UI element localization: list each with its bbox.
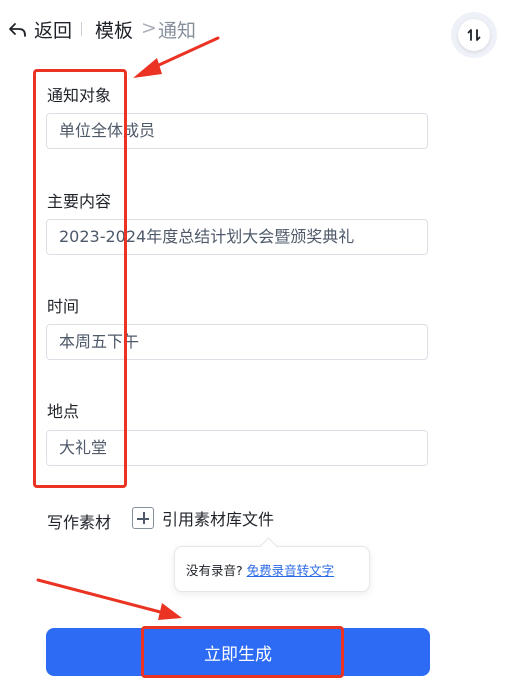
generate-label: 立即生成 bbox=[204, 644, 272, 665]
material-label: 写作素材 bbox=[47, 513, 112, 532]
annotation-arrowhead-bottom bbox=[158, 603, 182, 620]
content-input[interactable]: 2023-2024年度总结计划大会暨颁奖典礼 bbox=[46, 219, 428, 255]
content-label: 主要内容 bbox=[47, 192, 112, 211]
add-reference-label: 引用素材库文件 bbox=[162, 510, 275, 529]
tooltip-text: 没有录音? bbox=[186, 562, 243, 578]
location-label: 地点 bbox=[47, 402, 80, 421]
back-button[interactable]: 返回 bbox=[8, 16, 72, 43]
breadcrumb-templates[interactable]: 模板 bbox=[95, 16, 133, 43]
speech-to-text-link[interactable]: 免费录音转文字 bbox=[247, 560, 335, 579]
recording-tooltip: 没有录音? 免费录音转文字 bbox=[174, 546, 370, 592]
recipient-input[interactable]: 单位全体成员 bbox=[46, 113, 428, 149]
plus-icon bbox=[132, 507, 154, 529]
sort-swap-icon bbox=[467, 29, 481, 41]
annotation-arrowhead-top bbox=[133, 58, 162, 78]
top-bar: 返回 模板 > 通知 bbox=[0, 0, 508, 58]
location-input[interactable]: 大礼堂 bbox=[46, 430, 428, 466]
time-label: 时间 bbox=[47, 297, 80, 316]
back-label: 返回 bbox=[34, 20, 73, 42]
divider bbox=[81, 22, 82, 36]
annotation-arrow-bottom bbox=[36, 578, 170, 616]
recipient-label: 通知对象 bbox=[47, 86, 112, 105]
swap-button[interactable] bbox=[451, 12, 497, 58]
add-reference-button[interactable]: 引用素材库文件 bbox=[132, 506, 274, 530]
time-input[interactable]: 本周五下午 bbox=[46, 324, 428, 360]
generate-button[interactable]: 立即生成 bbox=[46, 628, 430, 676]
breadcrumb-separator: > bbox=[141, 17, 157, 39]
breadcrumb-current: 通知 bbox=[158, 20, 197, 42]
undo-arrow-icon bbox=[9, 22, 26, 37]
